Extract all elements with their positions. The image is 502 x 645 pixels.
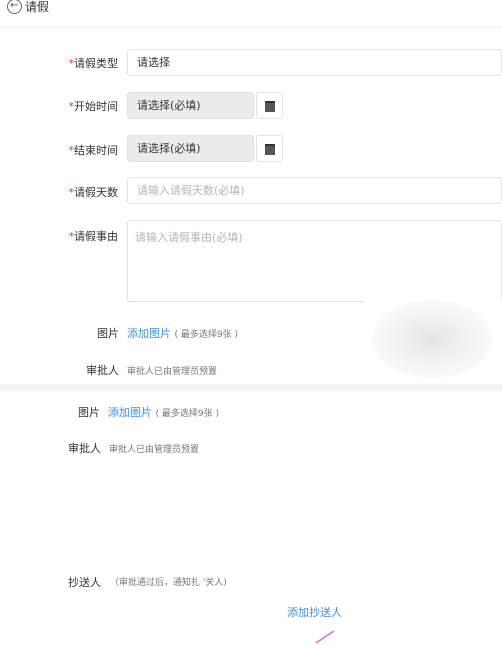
image-hint: ( 最多选择9张 ) [174, 330, 238, 340]
days-label: *请假天数 [38, 184, 119, 200]
cc-label: 抄送人 [68, 576, 101, 589]
calendar-icon [265, 144, 275, 155]
lower-image-label: 图片 [78, 406, 100, 419]
end-time-label: *结束时间 [38, 142, 119, 158]
days-label-text: 请假天数 [74, 186, 118, 199]
reason-textarea[interactable]: 请输入请假事由(必填) [127, 220, 502, 302]
top-header: ← 请假 [0, 0, 502, 28]
days-placeholder: 请输入请假天数(必填) [137, 184, 245, 197]
image-label: 图片 [97, 327, 119, 340]
start-time-label-text: 开始时间 [74, 100, 118, 113]
approver-label: 审批人 [86, 364, 119, 377]
page-title: 请假 [25, 0, 50, 14]
lower-add-image-link[interactable]: 添加图片 [108, 406, 152, 419]
pink-stroke-mark [315, 630, 335, 644]
lower-approver-label: 审批人 [68, 442, 101, 455]
back-icon[interactable]: ← [7, 0, 22, 14]
reason-label-text: 请假事由 [74, 230, 118, 243]
image-row: 添加图片 ( 最多选择9张 ) [127, 325, 238, 341]
approver-text: 审批人已由管理员预置 [127, 367, 218, 377]
add-image-link[interactable]: 添加图片 [127, 327, 171, 340]
end-time-calendar-button[interactable] [256, 135, 283, 162]
end-time-label-text: 结束时间 [74, 144, 118, 157]
white-mask [70, 598, 290, 624]
add-cc-link[interactable]: 添加抄送人 [287, 604, 342, 620]
reason-label: *请假事由 [38, 228, 119, 244]
end-time-value: 请选择(必填) [137, 142, 201, 155]
cc-hint: （审批通过后，通知扎 '关人) [110, 578, 227, 588]
white-brush-overlay [91, 465, 190, 585]
leave-type-label-text: 请假类型 [74, 57, 118, 70]
end-time-field[interactable]: 请选择(必填) [127, 135, 254, 162]
leave-type-select[interactable]: 请选择 [127, 49, 502, 76]
lower-image-row: 添加图片 ( 最多选择9张 ) [108, 404, 219, 420]
calendar-icon [265, 101, 275, 112]
start-time-label: *开始时间 [38, 98, 119, 114]
start-time-calendar-button[interactable] [256, 92, 283, 119]
lower-approver-text: 审批人已由管理员预置 [109, 445, 200, 455]
blur-overlay [372, 300, 492, 378]
lower-image-hint: ( 最多选择9张 ) [155, 409, 219, 419]
days-input[interactable]: 请输入请假天数(必填) [127, 177, 502, 204]
start-time-field[interactable]: 请选择(必填) [127, 92, 254, 119]
start-time-value: 请选择(必填) [137, 99, 201, 112]
leave-request-page: ← 请假 *请假类型 请选择 *开始时间 请选择(必填) *结束时间 请选择(必… [0, 0, 502, 645]
leave-type-value: 请选择 [137, 56, 170, 69]
reason-placeholder: 请输入请假事由(必填) [135, 231, 243, 244]
section-divider [0, 384, 502, 391]
leave-type-label: *请假类型 [38, 55, 119, 71]
